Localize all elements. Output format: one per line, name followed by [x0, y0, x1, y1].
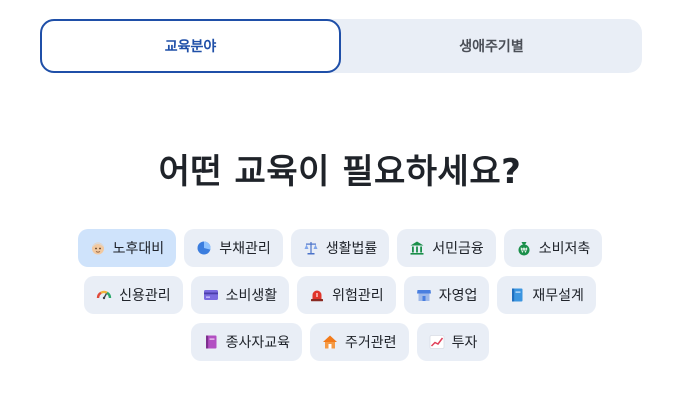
chip-workers[interactable]: 종사자교육	[190, 323, 303, 361]
pie-chart-icon	[196, 240, 212, 256]
chip-law[interactable]: 생활법률	[290, 229, 390, 267]
chip-label: 부채관리	[219, 241, 271, 257]
chip-credit[interactable]: 신용관리	[84, 276, 183, 314]
chip-label: 투자	[451, 335, 478, 351]
chip-label: 노후대비	[112, 241, 165, 257]
chip-label: 서민금융	[432, 241, 484, 257]
gauge-icon	[96, 287, 112, 303]
chip-label: 위험관리	[332, 288, 384, 304]
chip-self-employed[interactable]: 자영업	[403, 276, 490, 314]
chip-row: 종사자교육 주거관련 투자	[0, 323, 680, 361]
chip-label: 재무설계	[532, 288, 584, 304]
siren-icon	[309, 287, 325, 303]
house-icon	[322, 334, 338, 350]
notebook-icon	[203, 334, 219, 350]
chip-finance[interactable]: 서민금융	[397, 229, 496, 267]
book-icon	[509, 287, 525, 303]
chip-row: 노후대비 부채관리 생활법률 서민금융 ₩ 소비저축	[0, 229, 680, 267]
chip-risk[interactable]: 위험관리	[297, 276, 396, 314]
chip-label: 신용관리	[119, 288, 171, 304]
category-tabs: 교육분야 생애주기별	[40, 19, 642, 73]
chip-planning[interactable]: 재무설계	[497, 276, 596, 314]
chip-consumer[interactable]: 소비생활	[190, 276, 290, 314]
page-title: 어떤 교육이 필요하세요?	[158, 152, 522, 192]
bank-building-icon	[409, 240, 425, 256]
chip-label: 자영업	[438, 288, 478, 304]
rising-chart-icon	[429, 334, 445, 350]
svg-text:₩: ₩	[520, 247, 527, 255]
chip-debt[interactable]: 부채관리	[184, 229, 283, 267]
scales-icon	[303, 240, 319, 256]
tab-education-field[interactable]: 교육분야	[40, 19, 341, 73]
chip-label: 주거관련	[345, 335, 397, 351]
money-bag-icon: ₩	[516, 240, 532, 256]
elderly-face-icon	[90, 240, 106, 256]
tab-life-cycle[interactable]: 생애주기별	[341, 19, 642, 73]
chip-label: 종사자교육	[225, 335, 291, 351]
chip-row: 신용관리 소비생활 위험관리 자영업 재무설계	[0, 276, 680, 314]
store-icon	[416, 287, 432, 303]
chip-label: 소비저축	[538, 241, 591, 257]
chip-saving[interactable]: ₩ 소비저축	[503, 229, 603, 267]
chip-label: 생활법률	[325, 241, 378, 257]
chip-retirement[interactable]: 노후대비	[77, 229, 177, 267]
chip-invest[interactable]: 투자	[416, 323, 490, 361]
chip-housing[interactable]: 주거관련	[310, 323, 409, 361]
chip-label: 소비생활	[225, 288, 278, 304]
credit-card-icon	[203, 287, 219, 303]
